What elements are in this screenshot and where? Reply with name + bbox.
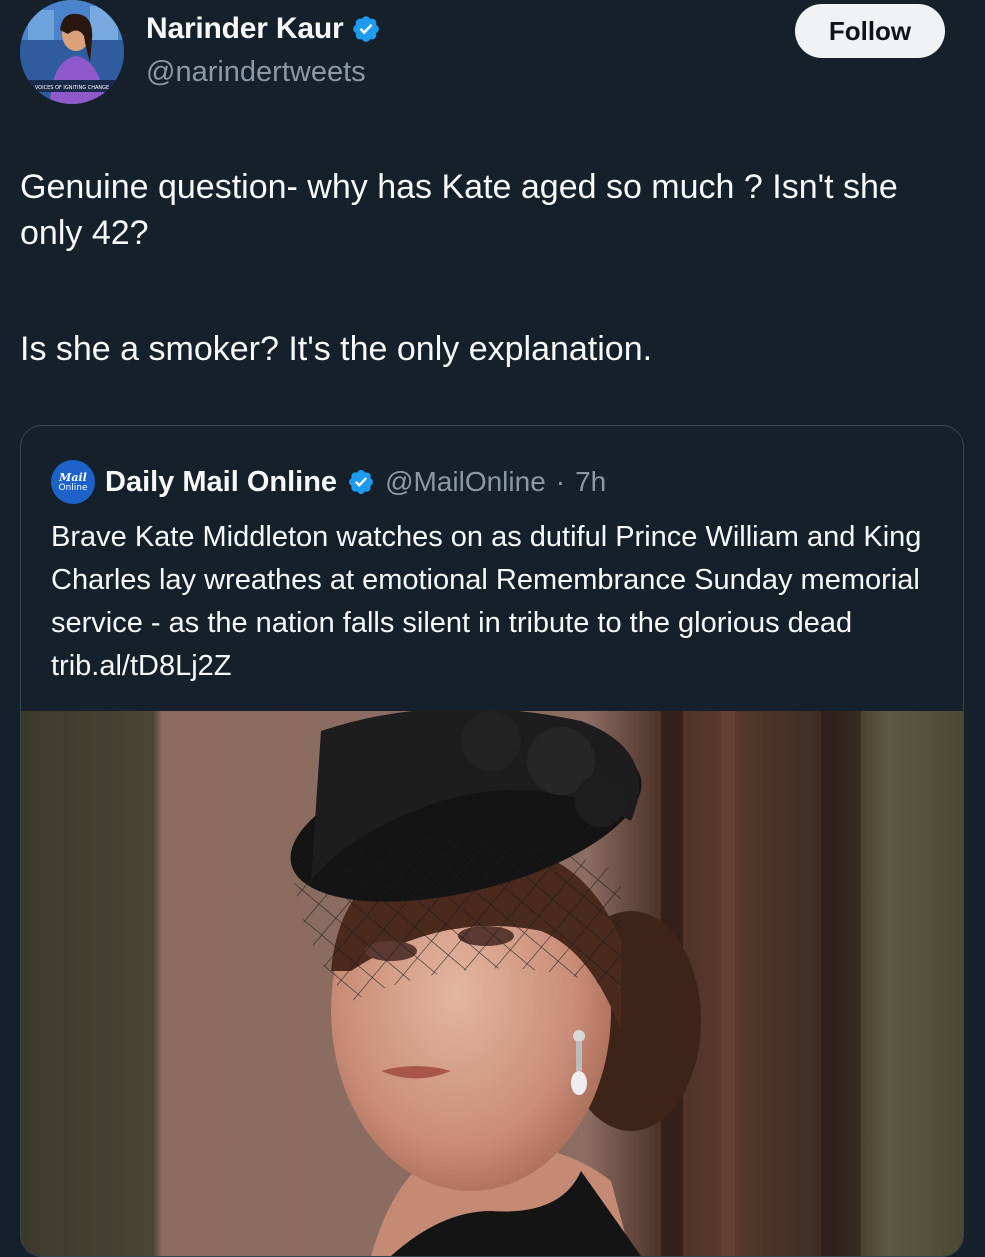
tweet-text-paragraph: Genuine question- why has Kate aged so m… [20,168,898,252]
author-handle[interactable]: @narindertweets [146,56,366,89]
verified-badge-icon[interactable] [351,14,381,44]
quoted-avatar[interactable]: Mail Online [51,460,95,504]
follow-button[interactable]: Follow [795,4,945,58]
quoted-tweet-photo[interactable] [21,711,963,1256]
quoted-tweet-header: Mail Online Daily Mail Online @MailOnlin… [51,460,606,504]
quoted-timestamp[interactable]: 7h [575,466,606,498]
quoted-tweet-card[interactable]: Mail Online Daily Mail Online @MailOnlin… [20,425,964,1257]
author-avatar-image: VOICES OF IGNITING CHANGE [20,0,124,104]
quoted-handle[interactable]: @MailOnline [385,466,546,498]
quoted-tweet-text: Brave Kate Middleton watches on as dutif… [51,521,922,682]
author-display-name[interactable]: Narinder Kaur [146,12,344,46]
quoted-display-name[interactable]: Daily Mail Online [105,466,337,499]
author-name-row: Narinder Kaur [146,12,381,46]
tweet-text-paragraph: Is she a smoker? It's the only explanati… [20,330,653,368]
verified-badge-icon [349,470,374,494]
tweet: VOICES OF IGNITING CHANGE Narinder Kaur … [0,0,985,1257]
separator-dot: · [555,466,566,497]
author-avatar[interactable]: VOICES OF IGNITING CHANGE [20,0,124,104]
quoted-avatar-text: Mail [59,470,87,484]
quoted-avatar-text: Online [58,482,88,493]
avatar-caption: VOICES OF IGNITING CHANGE [35,85,109,91]
photo-icon [21,711,963,1256]
